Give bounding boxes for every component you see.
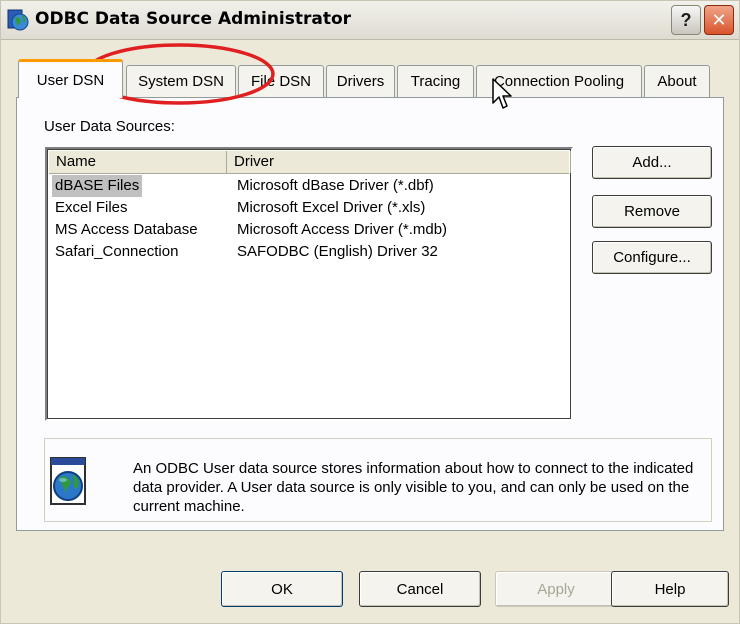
apply-button[interactable]: Apply [495,571,617,607]
list-header: Name Driver [49,151,571,174]
tab-tracing-label: Tracing [410,73,461,90]
user-data-sources-label: User Data Sources: [44,118,175,135]
tab-about[interactable]: About [644,65,710,97]
help-title-button[interactable]: ? [671,5,701,35]
row-driver: SAFODBC (English) Driver 32 [237,243,438,260]
odbc-globe-icon [7,9,29,31]
tab-connection-pooling-label: Connection Pooling [493,73,625,90]
odbc-dialog-window: ODBC Data Source Administrator ? ✕ User … [0,0,740,624]
column-header-name[interactable]: Name [49,151,227,173]
tab-user-dsn[interactable]: User DSN [18,59,123,98]
row-driver: Microsoft Access Driver (*.mdb) [237,221,448,238]
tab-system-dsn-label: System DSN [138,73,224,90]
data-sources-list[interactable]: Name Driver dBASE Files Microsoft dBase … [45,147,573,421]
row-name: Excel Files [55,199,128,216]
tab-tracing[interactable]: Tracing [397,65,474,97]
window-title: ODBC Data Source Administrator [35,9,352,29]
ok-button[interactable]: OK [221,571,343,607]
tab-system-dsn[interactable]: System DSN [126,65,236,97]
info-description: An ODBC User data source stores informat… [133,460,694,515]
mouse-pointer-icon [492,78,512,109]
database-globe-icon [50,457,86,505]
remove-button[interactable]: Remove [592,195,712,228]
row-driver: Microsoft dBase Driver (*.dbf) [237,177,434,194]
tab-file-dsn[interactable]: File DSN [238,65,324,97]
tab-file-dsn-label: File DSN [250,73,311,90]
tab-drivers-label: Drivers [336,73,385,90]
help-icon: ? [680,9,692,30]
close-button[interactable]: ✕ [704,5,734,35]
row-driver: Microsoft Excel Driver (*.xls) [237,199,426,216]
close-icon: ✕ [711,9,727,30]
configure-button[interactable]: Configure... [592,241,712,274]
row-name: MS Access Database [55,221,198,238]
tab-user-dsn-label: User DSN [36,71,105,89]
tab-drivers[interactable]: Drivers [326,65,395,97]
row-name: Safari_Connection [55,243,179,260]
title-bar[interactable]: ODBC Data Source Administrator ? ✕ [1,1,739,40]
help-button[interactable]: Help [611,571,729,607]
column-header-driver[interactable]: Driver [227,151,571,173]
cancel-button[interactable]: Cancel [359,571,481,607]
add-button[interactable]: Add... [592,146,712,179]
tab-about-label: About [657,73,697,90]
row-name: dBASE Files [52,175,143,197]
